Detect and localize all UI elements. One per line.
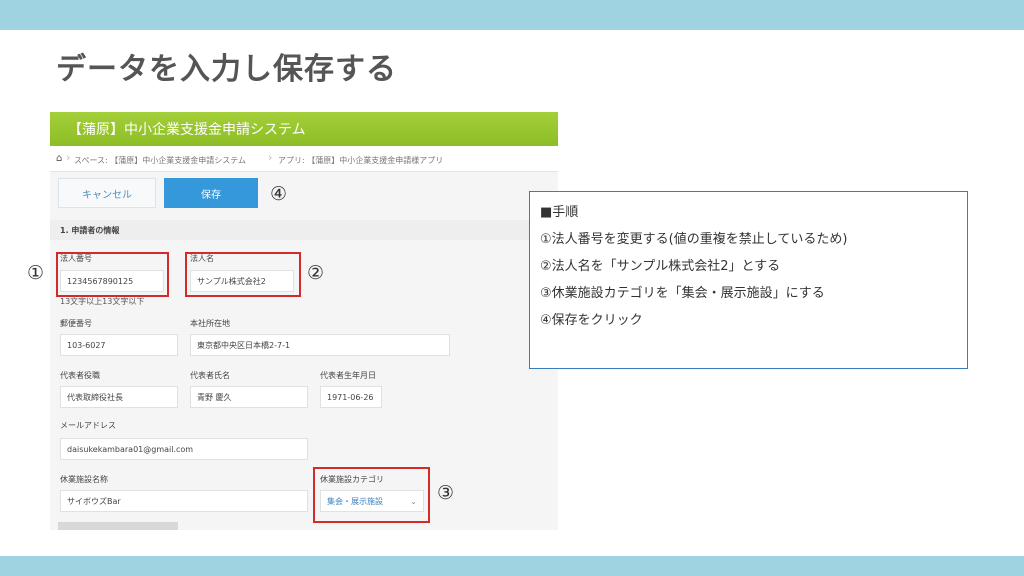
step-item: ③休業施設カテゴリを「集会・展示施設」にする <box>540 286 825 301</box>
breadcrumb-space[interactable]: スペース: 【蒲原】中小企業支援金申請システム <box>74 155 246 166</box>
step-item: ②法人名を「サンプル株式会社2」とする <box>540 259 781 274</box>
marker-2: ② <box>307 262 325 284</box>
corp-number-hint: 13文字以上13文字以下 <box>60 297 145 306</box>
highlight-corp-number <box>56 252 169 297</box>
postal-input[interactable]: 103-6027 <box>60 334 178 356</box>
chevron-right-icon: › <box>268 151 273 164</box>
app-title: 【蒲原】中小企業支援金申請システム <box>68 122 306 138</box>
steps-heading: ■手順 <box>540 205 579 220</box>
next-section-header <box>58 522 178 530</box>
facility-name-label: 休業施設名称 <box>60 475 108 484</box>
home-icon[interactable]: ⌂ <box>56 153 62 164</box>
app-header: 【蒲原】中小企業支援金申請システム <box>50 112 558 146</box>
rep-title-label: 代表者役職 <box>60 371 100 380</box>
chevron-right-icon: › <box>66 151 71 164</box>
top-band <box>0 0 1024 30</box>
marker-4: ④ <box>270 183 288 205</box>
breadcrumb-app[interactable]: アプリ: 【蒲原】中小企業支援金申請様アプリ <box>278 155 443 166</box>
rep-birth-label: 代表者生年月日 <box>320 371 376 380</box>
highlight-corp-name <box>185 252 301 297</box>
section-title: 1. 申請者の情報 <box>60 226 120 235</box>
app-screenshot: 【蒲原】中小企業支援金申請システム ⌂ › スペース: 【蒲原】中小企業支援金申… <box>50 112 558 530</box>
highlight-facility-category <box>313 467 430 523</box>
rep-name-label: 代表者氏名 <box>190 371 230 380</box>
rep-name-input[interactable]: 青野 慶久 <box>190 386 308 408</box>
facility-name-input[interactable]: サイボウズBar <box>60 490 308 512</box>
rep-title-input[interactable]: 代表取締役社長 <box>60 386 178 408</box>
marker-3: ③ <box>437 482 455 504</box>
postal-label: 郵便番号 <box>60 319 92 328</box>
section-header: 1. 申請者の情報 <box>50 220 558 240</box>
instruction-box: ■手順 ①法人番号を変更する(値の重複を禁止しているため) ②法人名を「サンプル… <box>529 191 968 369</box>
cancel-button[interactable]: キャンセル <box>58 178 156 208</box>
email-label: メールアドレス <box>60 421 116 430</box>
address-label: 本社所在地 <box>190 319 230 328</box>
rep-birth-input[interactable]: 1971-06-26 <box>320 386 382 408</box>
bottom-band <box>0 556 1024 576</box>
step-item: ①法人番号を変更する(値の重複を禁止しているため) <box>540 232 848 247</box>
step-item: ④保存をクリック <box>540 313 643 328</box>
email-input[interactable]: daisukekambara01@gmail.com <box>60 438 308 460</box>
save-button[interactable]: 保存 <box>164 178 258 208</box>
breadcrumb: ⌂ › スペース: 【蒲原】中小企業支援金申請システム › アプリ: 【蒲原】中… <box>50 146 558 172</box>
marker-1: ① <box>27 262 45 284</box>
slide-title: データを入力し保存する <box>56 52 397 87</box>
address-input[interactable]: 東京都中央区日本橋2-7-1 <box>190 334 450 356</box>
